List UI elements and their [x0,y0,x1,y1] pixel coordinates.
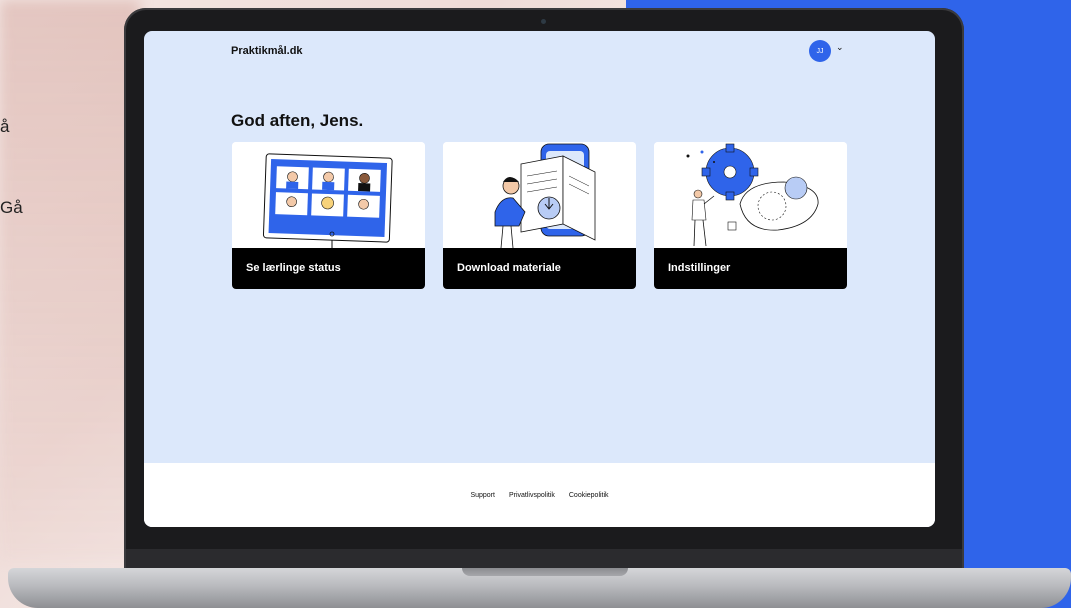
card-download-material[interactable]: Download materiale [443,142,636,289]
card-label: Download materiale [457,262,561,274]
footer: Support Privatlivspolitik Cookiepolitik [144,463,935,527]
card-learner-status[interactable]: Se lærlinge status [232,142,425,289]
background-text-1: å [0,117,10,136]
download-book-illustration [443,142,636,249]
camera-icon [541,19,546,24]
laptop-lid-bottom [126,549,962,569]
chevron-down-icon[interactable]: ⌄ [836,42,844,53]
brand-logo[interactable]: Praktikmål.dk [231,45,303,57]
footer-link-support[interactable]: Support [470,492,495,499]
laptop-notch [462,568,628,576]
footer-link-cookies[interactable]: Cookiepolitik [569,492,609,499]
video-call-illustration [232,142,425,248]
card-settings[interactable]: Indstillinger [654,142,847,289]
card-label: Se lærlinge status [246,262,341,274]
settings-gear-illustration [654,142,847,248]
app-screen: Praktikmål.dk JJ ⌄ God aften, Jens. Se l… [144,31,935,527]
page-title: God aften, Jens. [231,111,364,130]
background-text-2: Gå [0,198,23,217]
user-avatar[interactable]: JJ [809,40,831,62]
card-label: Indstillinger [668,262,731,274]
footer-link-privacy[interactable]: Privatlivspolitik [509,492,555,499]
